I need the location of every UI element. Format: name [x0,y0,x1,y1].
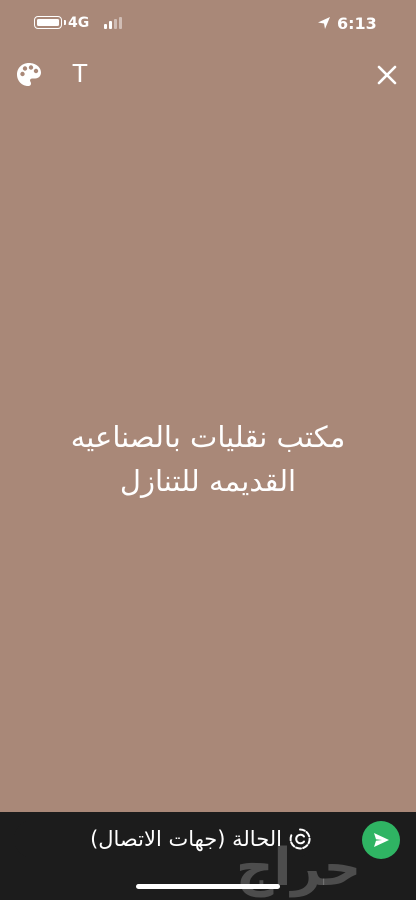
status-text-line: مكتب نقليات بالصناعيه [70,420,346,454]
clock: 6:13 [337,14,377,33]
signal-bars-icon [104,17,122,29]
network-type: 4G [68,15,90,31]
status-editor-screen: 4G 6:13 T مكتب نقليات بالصناعيه القديمه … [0,0,416,900]
status-bar: 4G 6:13 [0,0,416,48]
location-arrow-icon [318,17,330,29]
palette-icon[interactable] [14,60,44,90]
send-icon [374,833,389,847]
send-button[interactable] [362,821,400,859]
home-indicator[interactable] [136,884,280,889]
text-style-button[interactable]: T [72,58,88,89]
battery-icon [34,16,66,29]
status-text-line: القديمه للتنازل [119,464,297,498]
status-text[interactable]: مكتب نقليات بالصناعيه القديمه للتنازل [10,415,406,503]
close-icon[interactable] [374,62,400,88]
